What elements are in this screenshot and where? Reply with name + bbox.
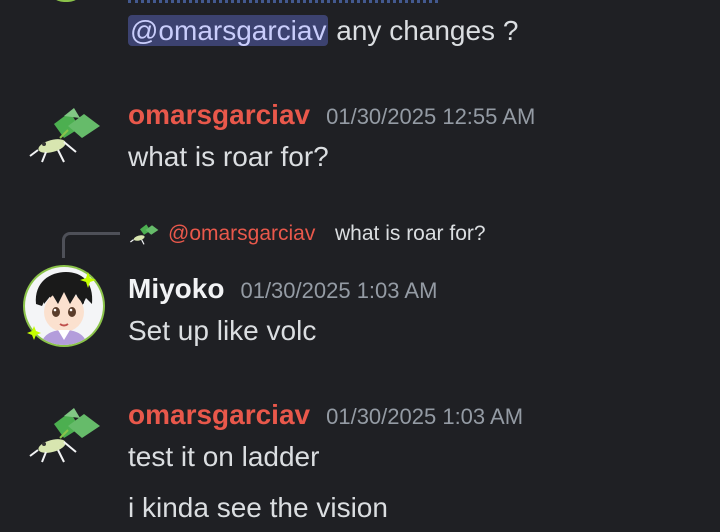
message-timestamp: 01/30/2025 12:55 AM — [326, 104, 536, 129]
clipped-avatar — [48, 0, 84, 2]
message-text: test it on ladder — [128, 441, 320, 472]
plant-bug-avatar-icon — [29, 108, 100, 163]
message-text: i kinda see the vision — [128, 492, 388, 523]
user-mention[interactable]: @omarsgarciav — [128, 15, 329, 46]
reply-connector — [62, 232, 120, 258]
clipped-previous-message — [0, 0, 720, 6]
message-continuation: @omarsgarciav any changes ? — [128, 14, 518, 48]
message-header: omarsgarciav 01/30/2025 1:03 AM — [128, 398, 523, 432]
author-name[interactable]: omarsgarciav — [128, 398, 310, 432]
avatar[interactable] — [22, 264, 106, 348]
chat-messages-panel: @omarsgarciav any changes ? omarsgarciav… — [0, 0, 720, 532]
message-timestamp: 01/30/2025 1:03 AM — [240, 278, 438, 303]
reply-avatar — [128, 220, 160, 248]
message-text: any changes ? — [328, 15, 519, 46]
reply-preview-text[interactable]: what is roar for? — [335, 220, 486, 248]
plant-bug-avatar-icon — [29, 408, 100, 463]
avatar[interactable] — [24, 396, 104, 476]
message-header: omarsgarciav 01/30/2025 12:55 AM — [128, 98, 535, 132]
author-name[interactable]: Miyoko — [128, 272, 224, 306]
author-name[interactable]: omarsgarciav — [128, 98, 310, 132]
anime-character-avatar-icon — [23, 265, 105, 347]
plant-bug-avatar-icon — [130, 224, 159, 245]
avatar[interactable] — [24, 96, 104, 176]
clipped-text — [128, 0, 438, 3]
message-timestamp: 01/30/2025 1:03 AM — [326, 404, 524, 429]
message-text: what is roar for? — [128, 141, 329, 172]
message-text: Set up like volc — [128, 315, 317, 346]
reply-author[interactable]: @omarsgarciav — [168, 220, 315, 248]
message-header: Miyoko 01/30/2025 1:03 AM — [128, 272, 437, 306]
